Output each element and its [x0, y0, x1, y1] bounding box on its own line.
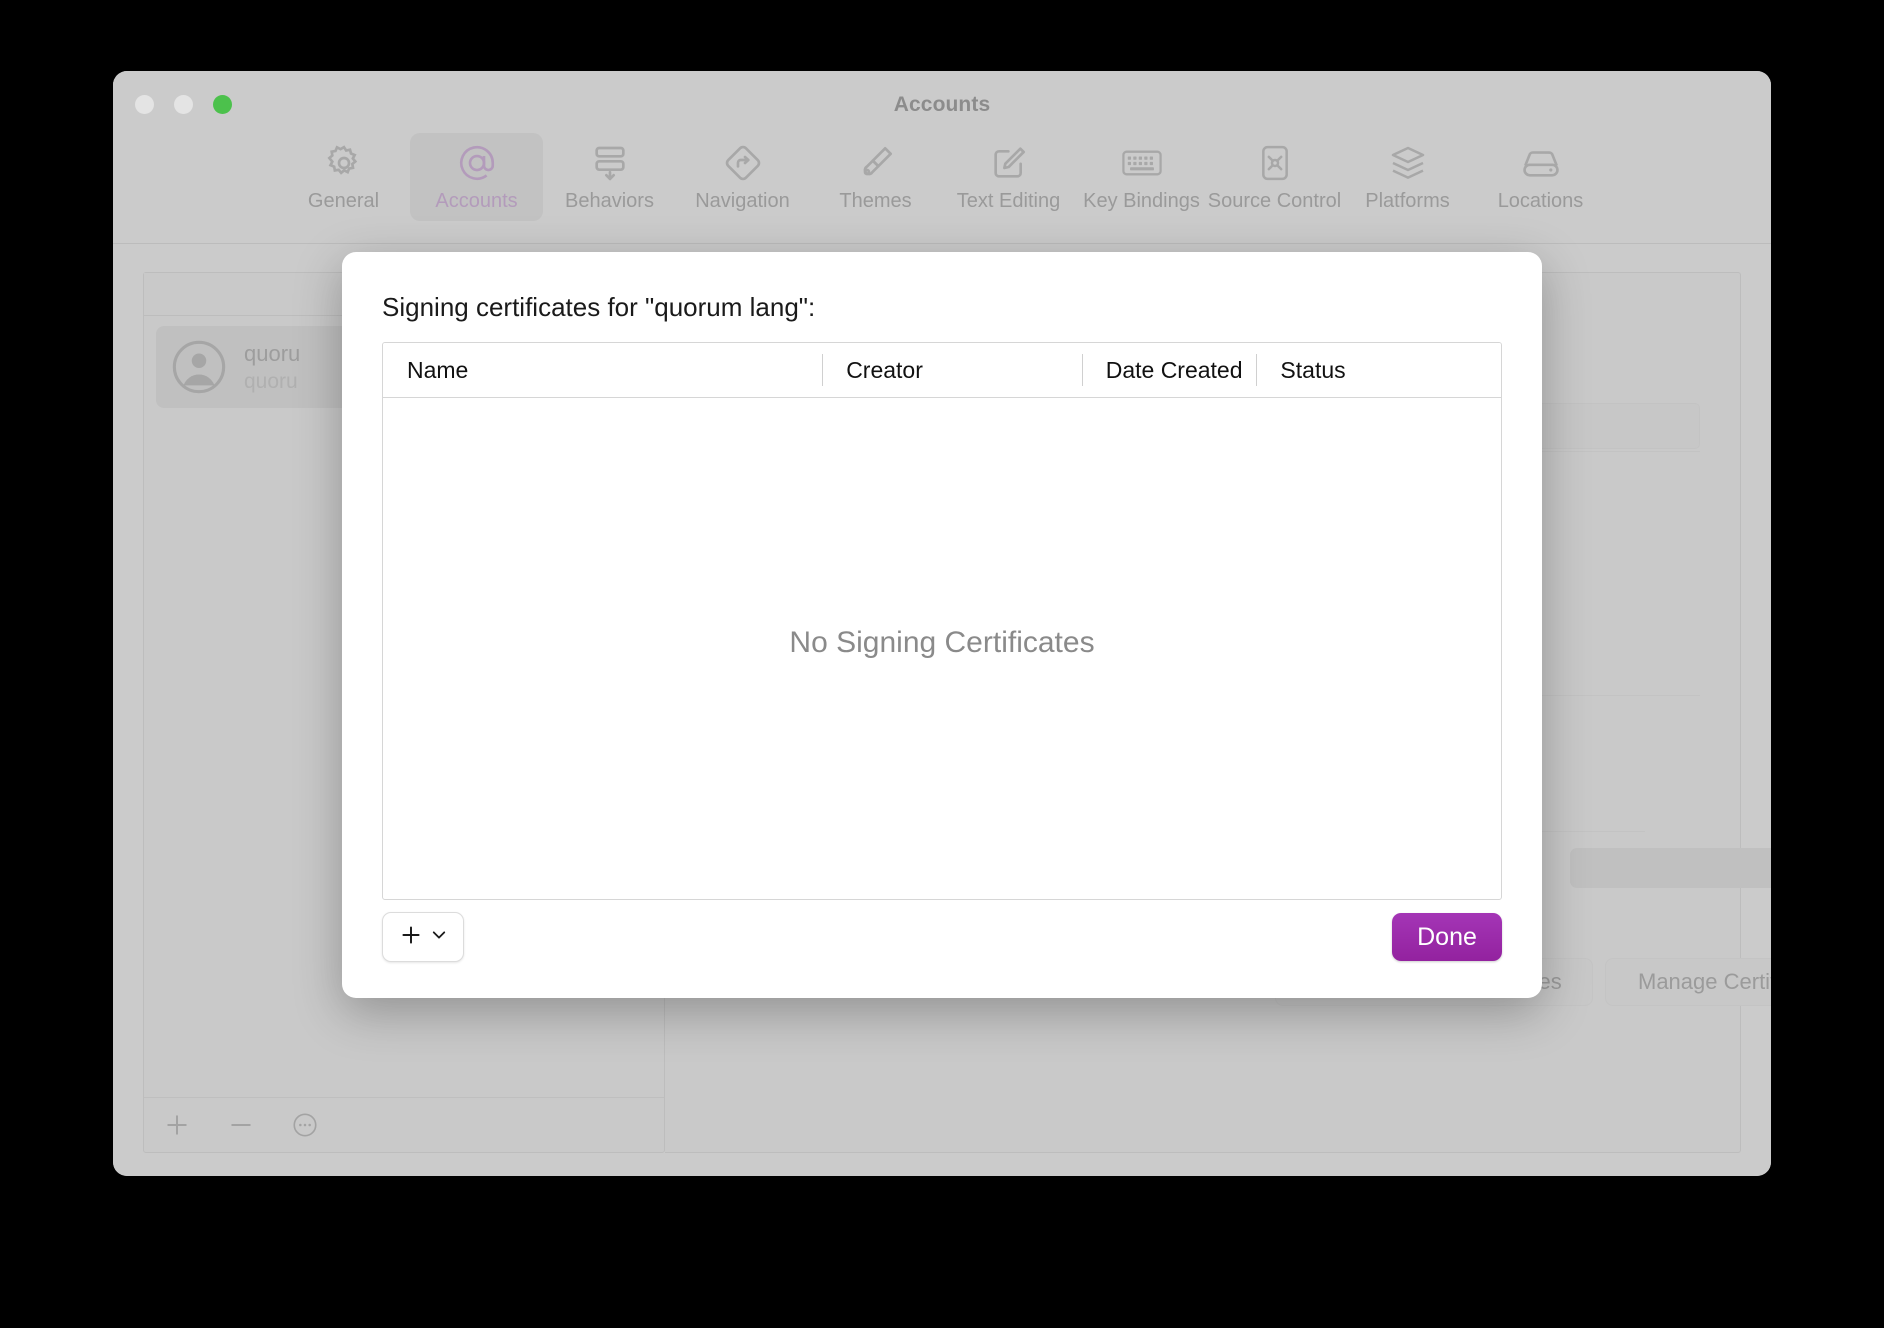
- account-text: quoru quoru: [244, 341, 300, 394]
- pencil-square-icon: [987, 143, 1031, 183]
- toolbar-tab-label: Text Editing: [956, 190, 1061, 212]
- toolbar-tab-label: Platforms: [1365, 190, 1450, 212]
- toolbar-tab-label: Navigation: [695, 190, 790, 212]
- person-circle-icon: [170, 338, 228, 396]
- table-header-row: Name Creator Date Created Status: [383, 343, 1501, 398]
- toolbar-tab-label: Key Bindings: [1083, 190, 1200, 212]
- sheet-title: Signing certificates for "quorum lang":: [382, 292, 816, 322]
- done-button[interactable]: Done: [1392, 913, 1502, 961]
- certificates-table: Name Creator Date Created Status No Sign…: [382, 342, 1502, 900]
- keyboard-icon: [1120, 143, 1164, 183]
- column-header-creator[interactable]: Creator: [822, 354, 1082, 386]
- add-account-button[interactable]: [160, 1108, 194, 1142]
- toolbar-tab-label: General: [307, 190, 380, 212]
- toolbar-tab-themes[interactable]: Themes: [809, 133, 942, 221]
- source-control-icon: [1253, 143, 1297, 183]
- accounts-list-footer: [144, 1097, 664, 1152]
- screen: Accounts General Accounts Behaviors Navi…: [0, 0, 1884, 1328]
- window-titlebar: Accounts: [113, 71, 1771, 127]
- sheet-footer: Done: [382, 910, 1502, 964]
- add-certificate-button[interactable]: [382, 912, 464, 962]
- column-header-date-created[interactable]: Date Created: [1081, 354, 1257, 386]
- toolbar-tab-navigation[interactable]: Navigation: [676, 133, 809, 221]
- toolbar-tab-text-editing[interactable]: Text Editing: [942, 133, 1075, 221]
- toolbar-tab-general[interactable]: General: [277, 133, 410, 221]
- toolbar-tab-label: Behaviors: [565, 190, 654, 212]
- toolbar-tab-platforms[interactable]: Platforms: [1341, 133, 1474, 221]
- toolbar-tab-label: Themes: [839, 190, 912, 212]
- navigation-sign-icon: [721, 143, 765, 183]
- toolbar-tab-label: Locations: [1497, 190, 1584, 212]
- manage-certificates-button[interactable]: Manage Certificates...: [1605, 958, 1771, 1006]
- layers-icon: [1386, 143, 1430, 183]
- paintbrush-icon: [854, 143, 898, 183]
- chevron-down-icon: [430, 926, 448, 949]
- empty-state-message: No Signing Certificates: [789, 626, 1095, 659]
- toolbar-tab-key-bindings[interactable]: Key Bindings: [1075, 133, 1208, 221]
- signing-certificates-sheet: Signing certificates for "quorum lang": …: [342, 252, 1542, 998]
- toolbar-tab-label: Source Control: [1207, 190, 1342, 212]
- toolbar-tab-accounts[interactable]: Accounts: [410, 133, 543, 221]
- toolbar-tab-source-control[interactable]: Source Control: [1208, 133, 1341, 221]
- remove-account-button[interactable]: [224, 1108, 258, 1142]
- behaviors-icon: [588, 143, 632, 183]
- preferences-toolbar: General Accounts Behaviors Navigation Th…: [113, 127, 1771, 244]
- detail-pill-placeholder: [1570, 848, 1771, 888]
- toolbar-tab-locations[interactable]: Locations: [1474, 133, 1607, 221]
- toolbar-tab-label: Accounts: [435, 190, 518, 212]
- at-sign-icon: [455, 143, 499, 183]
- drive-icon: [1519, 143, 1563, 183]
- gear-icon: [322, 143, 366, 183]
- account-name: quoru: [244, 340, 301, 366]
- table-body: No Signing Certificates: [383, 398, 1501, 899]
- plus-icon: [398, 922, 424, 953]
- column-header-name[interactable]: Name: [383, 354, 822, 386]
- window-title: Accounts: [893, 93, 991, 116]
- toolbar-tab-behaviors[interactable]: Behaviors: [543, 133, 676, 221]
- account-subtitle: quoru: [244, 369, 298, 393]
- account-options-button[interactable]: [288, 1108, 322, 1142]
- column-header-status[interactable]: Status: [1256, 354, 1501, 386]
